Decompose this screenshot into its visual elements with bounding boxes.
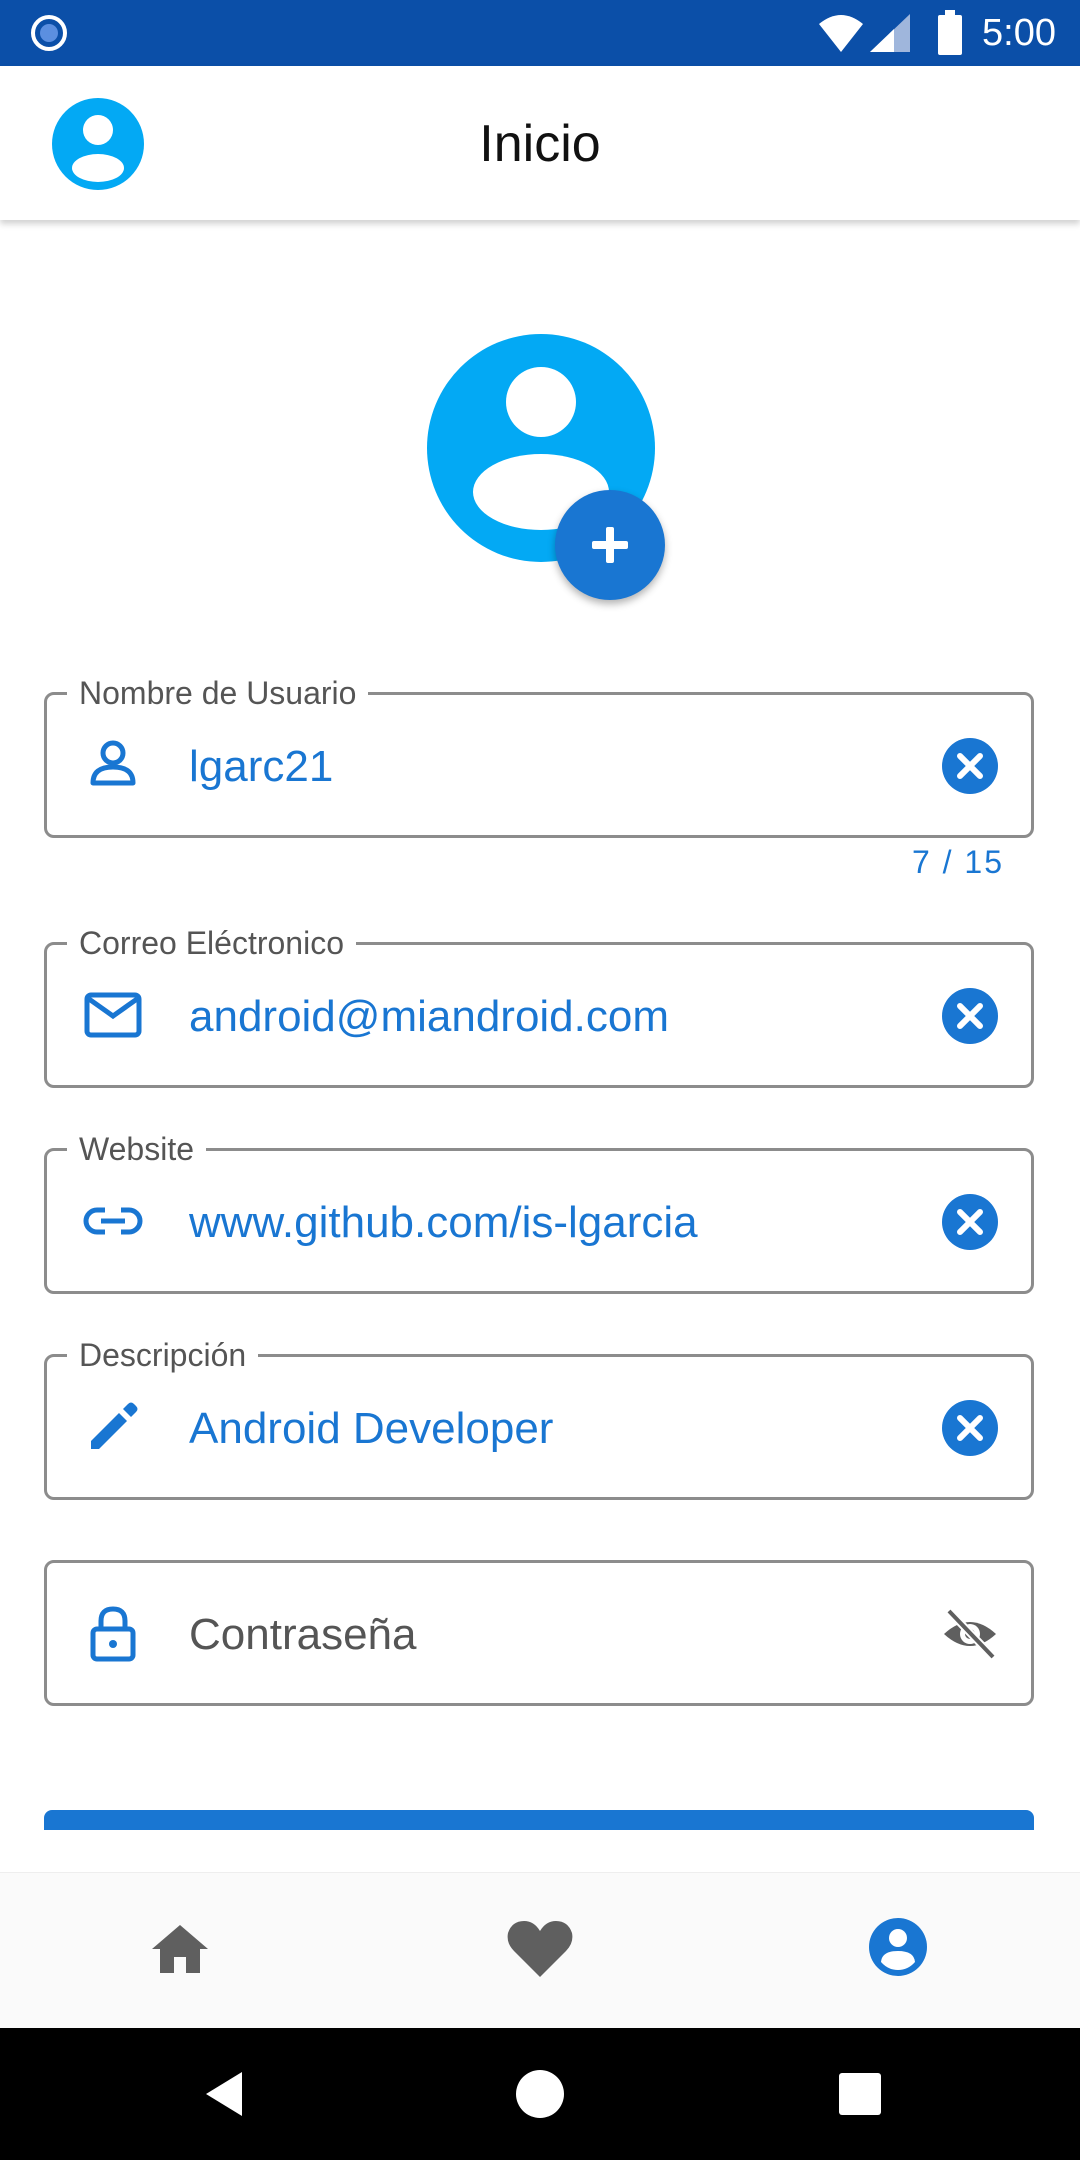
person-outline-icon — [90, 740, 136, 786]
recents-icon[interactable] — [832, 2066, 888, 2122]
wifi-icon — [819, 15, 863, 52]
website-label: Website — [67, 1129, 207, 1169]
home-icon[interactable] — [148, 1917, 212, 1981]
username-counter: 7 / 15 — [911, 844, 1004, 880]
system-navigation-bar — [0, 2028, 1080, 2160]
link-icon — [83, 1205, 143, 1237]
clear-circle-icon[interactable] — [941, 737, 999, 795]
email-field[interactable]: Correo Eléctronico android@miandroid.com — [44, 923, 1034, 1088]
website-value: www.github.com/is-lgarcia — [189, 1198, 698, 1247]
status-time: 5:00 — [982, 12, 1056, 54]
submit-button[interactable] — [44, 1810, 1034, 1830]
description-field[interactable]: Descripción Android Developer — [44, 1335, 1034, 1500]
bottom-navigation — [0, 1872, 1080, 2029]
clear-circle-icon[interactable] — [941, 1193, 999, 1251]
description-value: Android Developer — [189, 1404, 554, 1453]
clear-circle-icon[interactable] — [941, 1399, 999, 1457]
battery-icon — [938, 10, 962, 55]
app-bar: Inicio — [0, 66, 1080, 220]
description-label: Descripción — [67, 1335, 259, 1375]
website-field[interactable]: Website www.github.com/is-lgarcia — [44, 1129, 1034, 1294]
account-circle-icon[interactable] — [868, 1917, 928, 1977]
clear-circle-icon[interactable] — [941, 987, 999, 1045]
email-label: Correo Eléctronico — [67, 923, 356, 963]
page-title: Inicio — [479, 115, 601, 173]
back-icon[interactable] — [196, 2066, 252, 2122]
notification-dot-icon — [31, 15, 67, 51]
profile-avatar-section — [425, 332, 669, 602]
signal-icon — [870, 14, 910, 52]
mail-outline-icon — [84, 992, 142, 1038]
username-label: Nombre de Usuario — [67, 673, 369, 713]
lock-outline-icon — [90, 1606, 136, 1662]
plus-icon — [592, 527, 628, 563]
password-field[interactable]: Contraseña — [44, 1560, 1034, 1706]
password-placeholder: Contraseña — [189, 1610, 417, 1659]
home-circle-icon[interactable] — [512, 2066, 568, 2122]
add-photo-button[interactable] — [555, 490, 665, 600]
pencil-icon — [91, 1402, 138, 1449]
status-bar: 5:00 — [0, 0, 1080, 66]
heart-icon[interactable] — [506, 1917, 574, 1981]
email-value: android@miandroid.com — [189, 992, 670, 1041]
eye-off-icon[interactable] — [941, 1605, 999, 1663]
username-value: lgarc21 — [189, 742, 334, 791]
username-field[interactable]: Nombre de Usuario lgarc21 — [44, 673, 1034, 838]
